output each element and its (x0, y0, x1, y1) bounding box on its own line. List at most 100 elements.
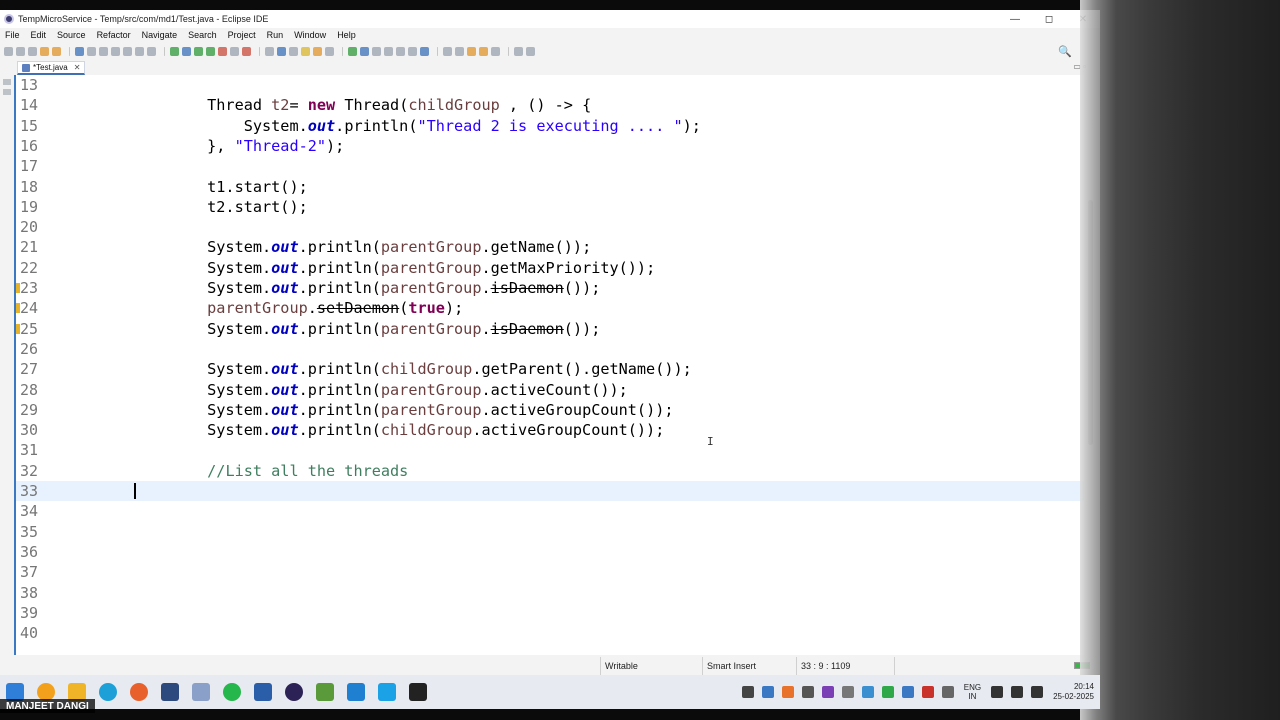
tray-app-icon[interactable] (901, 686, 914, 698)
terminate-icon[interactable] (111, 46, 120, 56)
search-files-icon[interactable] (277, 46, 286, 56)
code-line[interactable]: 30 System.out.println(childGroup.activeG… (16, 420, 1084, 440)
open-type-icon[interactable] (265, 46, 274, 56)
save-icon[interactable] (16, 46, 25, 56)
tray-app-icon[interactable] (841, 686, 854, 698)
current-code-line[interactable]: 33 (16, 481, 1084, 502)
redo-icon[interactable] (52, 46, 61, 56)
code-text[interactable]: System.out.println(parentGroup.isDaemon(… (134, 319, 600, 339)
firefox-icon[interactable] (130, 683, 148, 701)
microphone-icon[interactable] (941, 686, 954, 698)
menu-source[interactable]: Source (57, 30, 86, 40)
code-line[interactable]: 37 (16, 562, 1084, 582)
word-icon[interactable] (254, 683, 272, 701)
warning-marker-icon[interactable] (16, 283, 20, 293)
wifi-icon[interactable] (991, 686, 1004, 698)
code-text[interactable]: System.out.println(parentGroup.getMaxPri… (134, 258, 655, 278)
deploy-icon[interactable] (242, 46, 251, 56)
format-icon[interactable] (408, 46, 417, 56)
code-line[interactable]: 16 }, "Thread-2"); (16, 136, 1084, 156)
app-icon[interactable] (161, 683, 179, 701)
edge-icon[interactable] (99, 683, 117, 701)
vscode-icon[interactable] (347, 683, 365, 701)
external-window-icon[interactable] (514, 46, 523, 56)
menu-file[interactable]: File (5, 30, 20, 40)
last-edit-icon[interactable] (467, 46, 476, 56)
resume-icon[interactable] (87, 46, 96, 56)
code-line[interactable]: 38 (16, 583, 1084, 603)
code-line[interactable]: 13 (16, 75, 1084, 95)
code-line[interactable]: 25 System.out.println(parentGroup.isDaem… (16, 319, 1084, 339)
status-cursor-position[interactable]: 33 : 9 : 1109 (796, 657, 894, 675)
globe-icon[interactable] (420, 46, 429, 56)
block-selection-icon[interactable] (396, 46, 405, 56)
code-line[interactable]: 26 (16, 339, 1084, 359)
code-line[interactable]: 15 System.out.println("Thread 2 is execu… (16, 116, 1084, 136)
word-wrap-icon[interactable] (384, 46, 393, 56)
code-line[interactable]: 17 (16, 156, 1084, 176)
tray-app-icon[interactable] (821, 686, 834, 698)
code-line[interactable]: 21 System.out.println(parentGroup.getNam… (16, 237, 1084, 257)
app-icon[interactable] (316, 683, 334, 701)
code-editor[interactable]: 13 14 Thread t2= new Thread(childGroup , … (14, 75, 1084, 655)
close-tab-icon[interactable]: ✕ (74, 63, 81, 72)
code-line[interactable]: 32 //List all the threads (16, 461, 1084, 481)
code-line[interactable]: 20 (16, 217, 1084, 237)
debug-icon[interactable] (182, 46, 191, 56)
code-text[interactable]: System.out.println(childGroup.getParent(… (134, 359, 692, 379)
terminal-icon[interactable] (409, 683, 427, 701)
chevron-up-icon[interactable] (741, 686, 754, 698)
code-line[interactable]: 35 (16, 522, 1084, 542)
menu-edit[interactable]: Edit (31, 30, 47, 40)
skype-icon[interactable] (378, 683, 396, 701)
code-text[interactable]: System.out.println(childGroup.activeGrou… (134, 420, 664, 440)
new-icon[interactable] (4, 46, 13, 56)
tray-app-icon[interactable] (881, 686, 894, 698)
skip-breakpoints-icon[interactable] (75, 46, 84, 56)
search-icon[interactable]: 🔍 (1058, 45, 1072, 58)
status-insert-mode[interactable]: Smart Insert (702, 657, 796, 675)
menu-help[interactable]: Help (337, 30, 356, 40)
code-text[interactable]: System.out.println("Thread 2 is executin… (134, 116, 701, 136)
code-text[interactable]: System.out.println(parentGroup.activeCou… (134, 380, 628, 400)
battery-icon[interactable] (1031, 686, 1044, 698)
code-text[interactable]: t2.start(); (134, 197, 308, 217)
code-line[interactable]: 34 (16, 501, 1084, 521)
code-text[interactable]: System.out.println(parentGroup.activeGro… (134, 400, 673, 420)
menu-refactor[interactable]: Refactor (97, 30, 131, 40)
bluetooth-icon[interactable] (761, 686, 774, 698)
back-icon[interactable] (479, 46, 488, 56)
language-indicator[interactable]: ENG IN (964, 683, 981, 701)
prev-annotation-icon[interactable] (455, 46, 464, 56)
annotation-icon[interactable] (301, 46, 310, 56)
app-icon[interactable] (192, 683, 210, 701)
code-line[interactable]: 19 t2.start(); (16, 197, 1084, 217)
code-line[interactable]: 14 Thread t2= new Thread(childGroup , ()… (16, 95, 1084, 115)
code-line[interactable]: 18 t1.start(); (16, 177, 1084, 197)
whatsapp-icon[interactable] (223, 683, 241, 701)
code-line[interactable]: 39 (16, 603, 1084, 623)
step-return-icon[interactable] (147, 46, 156, 56)
external-tools-icon[interactable] (206, 46, 215, 56)
code-text[interactable]: parentGroup.setDaemon(true); (134, 298, 463, 318)
step-over-icon[interactable] (135, 46, 144, 56)
next-annotation-icon[interactable] (443, 46, 452, 56)
menu-run[interactable]: Run (267, 30, 284, 40)
step-into-icon[interactable] (123, 46, 132, 56)
toggle-mark-icon[interactable] (313, 46, 322, 56)
code-text[interactable]: System.out.println(parentGroup.getName()… (134, 237, 591, 257)
coverage-icon[interactable] (170, 46, 179, 56)
cloud-icon[interactable] (526, 46, 535, 56)
code-line[interactable]: 28 System.out.println(parentGroup.active… (16, 380, 1084, 400)
tray-app-icon[interactable] (801, 686, 814, 698)
toggle-highlight-icon[interactable] (360, 46, 369, 56)
code-line[interactable]: 29 System.out.println(parentGroup.active… (16, 400, 1084, 420)
eclipse-taskbar-icon[interactable] (285, 683, 303, 701)
undo-icon[interactable] (40, 46, 49, 56)
minimize-button[interactable]: — (998, 10, 1032, 28)
code-text[interactable]: System.out.println(parentGroup.isDaemon(… (134, 278, 600, 298)
volume-icon[interactable] (1011, 686, 1024, 698)
code-text[interactable]: Thread t2= new Thread(childGroup , () ->… (134, 95, 591, 115)
new-java-class-icon[interactable] (218, 46, 227, 56)
run-icon[interactable] (194, 46, 203, 56)
